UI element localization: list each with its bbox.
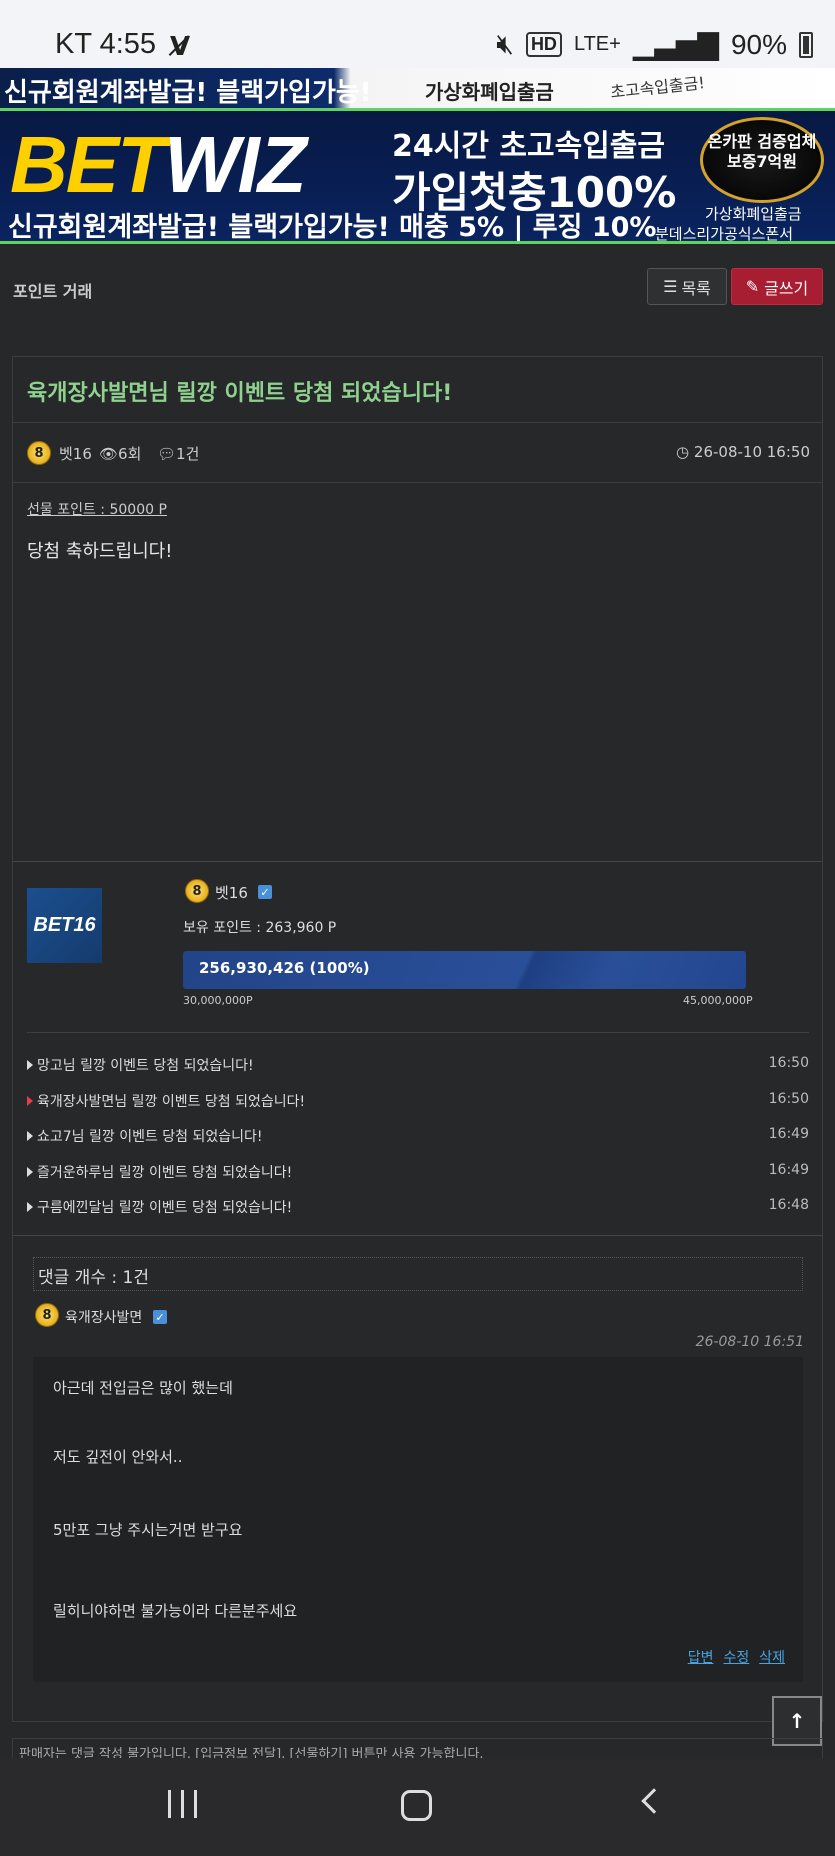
comment-line: 저도 깊전이 안와서.. xyxy=(53,1448,183,1466)
level-badge-icon: 8 xyxy=(27,441,51,465)
pencil-icon: ✎ xyxy=(745,277,760,296)
divider xyxy=(13,861,822,862)
write-button-label: 글쓰기 xyxy=(764,278,809,298)
betwiz-logo: BETWIZ xyxy=(10,120,307,209)
battery-icon xyxy=(799,31,813,58)
eye-icon: 👁︎ xyxy=(99,445,119,463)
comment-icon: 💬︎ xyxy=(157,445,177,463)
caret-right-icon xyxy=(27,1202,33,1212)
board-title: 포인트 거래 xyxy=(13,282,93,301)
profile-points: 보유 포인트 : 263,960 P xyxy=(183,920,337,936)
comment-line: 5만포 그냥 주시는거면 받구요 xyxy=(53,1521,243,1539)
comment-line: 릴히니야하면 불가능이라 다른분주세요 xyxy=(53,1602,298,1620)
comment-count: 💬︎1건 xyxy=(157,445,200,463)
related-posts: 망고님 릴깡 이벤트 당첨 되었습니다! 16:50 육개장사발면님 릴깡 이벤… xyxy=(27,1055,809,1233)
list-button[interactable]: ☰ 목록 xyxy=(647,268,727,305)
banner-top-fast: 초고속입출금! xyxy=(609,73,706,102)
mute-icon: 🔇︎ xyxy=(496,28,514,59)
back-icon[interactable] xyxy=(641,1788,667,1814)
avatar[interactable]: BET16 xyxy=(27,888,102,963)
related-post-item[interactable]: 쇼고7님 릴깡 이벤트 당첨 되었습니다! 16:49 xyxy=(27,1126,809,1162)
post-header: 육개장사발면님 릴깡 이벤트 당첨 되었습니다! xyxy=(13,357,822,423)
ad-banner-top[interactable]: 신규회원계좌발급! 블랙가입가능! 가상화폐입출금 초고속입출금! xyxy=(0,68,835,108)
progress-bar-label: 256,930,426 (100%) xyxy=(199,959,370,977)
status-time: KT 4:55 xyxy=(55,28,157,60)
delete-link[interactable]: 삭제 xyxy=(759,1647,785,1667)
post-author[interactable]: 벳16 xyxy=(59,443,92,464)
hd-icon: HD xyxy=(525,32,562,57)
status-bar: KT 4:55 V̸ 🔇︎ HD LTE+ ▁▃▅▇ 90% xyxy=(0,0,835,68)
ad-banner-betwiz[interactable]: BETWIZ 24시간 초고속입출금 가입첫충100% 신규회원계좌발급! 블랙… xyxy=(0,108,835,244)
guarantee-badge: 온카판 검증업체 보증7억원 xyxy=(700,117,824,203)
views-count: 👁︎6회 xyxy=(99,445,142,463)
comment-line: 아근데 전입금은 많이 했는데 xyxy=(53,1379,233,1397)
seller-notice: 판매자는 댓글 작성 불가입니다. [입금정보 전달], [선물하기] 버튼만 … xyxy=(12,1738,823,1758)
comment-author[interactable]: 육개장사발면 xyxy=(65,1307,142,1327)
post-body: 당첨 축하드립니다! xyxy=(27,541,173,562)
divider xyxy=(27,1032,809,1033)
caret-right-icon xyxy=(27,1131,33,1141)
related-post-item[interactable]: 망고님 릴깡 이벤트 당첨 되었습니다! 16:50 xyxy=(27,1055,809,1091)
arrow-up-icon: ↑ xyxy=(788,1709,806,1733)
battery-label: 90% xyxy=(730,28,787,60)
network-label: LTE+ xyxy=(573,33,621,55)
banner-line-3: 신규회원계좌발급! 블랙가입가능! 매충 5% | 루징 10% xyxy=(8,212,657,243)
system-nav-bar xyxy=(0,1758,835,1856)
volte-icon: V̸ xyxy=(170,32,191,62)
post-title: 육개장사발면님 릴깡 이벤트 당첨 되었습니다! xyxy=(27,381,453,406)
banner-top-crypto: 가상화폐입출금 xyxy=(425,80,554,104)
banner-top-text: 신규회원계좌발급! 블랙가입가능! xyxy=(4,78,372,108)
list-button-label: 목록 xyxy=(681,278,711,298)
reply-link[interactable]: 답변 xyxy=(688,1647,714,1667)
caret-right-icon xyxy=(27,1095,33,1106)
status-icons: 🔇︎ HD LTE+ ▁▃▅▇ 90% xyxy=(496,28,813,61)
verified-icon: ✓ xyxy=(258,885,272,899)
comment-actions: 답변 수정 삭제 xyxy=(688,1647,785,1667)
recent-apps-icon[interactable] xyxy=(168,1790,197,1818)
signal-icon: ▁▃▅▇ xyxy=(632,29,719,60)
comment-body: 아근데 전입금은 많이 했는데 저도 깊전이 안와서.. 5만포 그냥 주시는거… xyxy=(33,1357,803,1682)
list-icon: ☰ xyxy=(663,277,678,296)
profile-name[interactable]: 벳16 xyxy=(215,882,248,903)
related-post-item[interactable]: 구름에낀달님 릴깡 이벤트 당첨 되었습니다! 16:48 xyxy=(27,1197,809,1233)
gift-points: 선물 포인트 : 50000 P xyxy=(27,502,167,518)
post-container: 육개장사발면님 릴깡 이벤트 당첨 되었습니다! 8 벳16 👁︎6회 💬︎1건… xyxy=(12,356,823,1722)
banner-sponsor: 분데스리가공식스폰서 xyxy=(655,225,794,243)
comment-count-header: 댓글 개수 : 1건 xyxy=(33,1257,803,1291)
caret-right-icon xyxy=(27,1060,33,1070)
caret-right-icon xyxy=(27,1166,33,1177)
progress-max: 45,000,000P xyxy=(683,994,753,1007)
profile-level-icon: 8 xyxy=(185,879,209,903)
comment-level-icon: 8 xyxy=(35,1303,59,1327)
post-date: ◷ 26-08-10 16:50 xyxy=(676,443,810,461)
home-icon[interactable] xyxy=(401,1790,432,1821)
divider xyxy=(13,1235,822,1236)
edit-link[interactable]: 수정 xyxy=(723,1647,749,1667)
banner-crypto: 가상화폐입출금 xyxy=(705,205,802,223)
clock-icon: ◷ xyxy=(676,443,694,461)
comment-date: 26-08-10 16:51 xyxy=(695,1334,804,1350)
progress-bar: 256,930,426 (100%) xyxy=(183,951,746,989)
progress-min: 30,000,000P xyxy=(183,994,253,1007)
related-post-item[interactable]: 즐거운하루님 릴깡 이벤트 당첨 되었습니다! 16:49 xyxy=(27,1162,809,1198)
post-meta: 8 벳16 👁︎6회 💬︎1건 ◷ 26-08-10 16:50 xyxy=(13,423,822,483)
related-post-item-current[interactable]: 육개장사발면님 릴깡 이벤트 당첨 되었습니다! 16:50 xyxy=(27,1091,809,1127)
verified-icon: ✓ xyxy=(153,1310,167,1324)
write-button[interactable]: ✎ 글쓰기 xyxy=(731,268,823,305)
